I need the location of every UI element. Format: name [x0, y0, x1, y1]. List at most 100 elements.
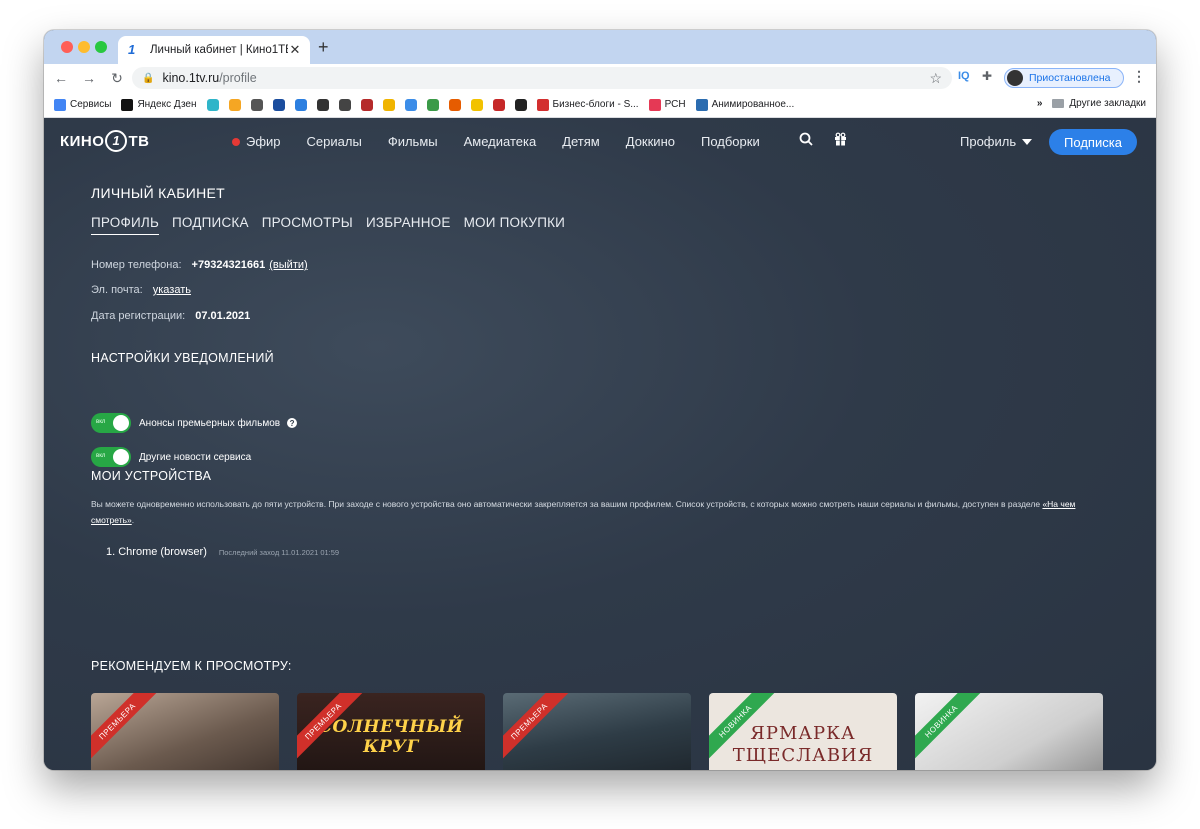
bookmark-favicon-icon[interactable] [448, 98, 461, 111]
kino1tv-favicon-icon: 1 [128, 42, 136, 57]
browser-menu-icon[interactable]: ⋮ [1132, 68, 1146, 85]
recommendation-card[interactable]: ЯРМАРКА ТЩЕСЛАВИЯ НОВИНКА [709, 693, 897, 770]
nav-item-dokkino[interactable]: Доккино [626, 134, 675, 149]
bookmark-label: Сервисы [70, 99, 112, 110]
tab-favorites[interactable]: ИЗБРАННОЕ [366, 215, 451, 235]
tab-strip: 1 Личный кабинет | Кино1ТВ ✕ + [44, 30, 1156, 64]
bookmark-favicon-icon[interactable] [382, 98, 395, 111]
new-tab-button[interactable]: + [318, 38, 329, 56]
bookmark-label: Анимированное... [711, 99, 795, 110]
url-path: /profile [219, 71, 257, 85]
recommendations-row: ПРЕМЬЕРА СОЛНЕЧНЫЙ КРУГ ПРЕМЬЕРА ПРЕМЬЕР… [91, 693, 1121, 770]
main-navigation: Эфир Сериалы Фильмы Амедиатека Детям Док… [232, 134, 786, 149]
recommendation-card[interactable]: СОЛНЕЧНЫЙ КРУГ ПРЕМЬЕРА [297, 693, 485, 770]
help-icon[interactable]: ? [287, 418, 298, 428]
bookmarks-more-button[interactable]: » [1037, 98, 1043, 109]
lock-icon[interactable]: 🔒 [142, 73, 154, 84]
badge-ribbon: НОВИНКА [915, 693, 983, 763]
email-set-link[interactable]: указать [153, 284, 191, 296]
bookmark-favicon-icon [121, 98, 134, 111]
bookmark-favicon-icon [54, 98, 66, 111]
subscribe-button[interactable]: Подписка [1049, 129, 1137, 155]
extensions-puzzle-icon[interactable]: ✚ [982, 69, 992, 83]
email-row: Эл. почта: указать [91, 284, 191, 296]
registration-row: Дата регистрации: 07.01.2021 [91, 310, 250, 322]
bookmark-item[interactable]: Сервисы [54, 98, 112, 111]
back-button[interactable]: ← [50, 70, 72, 86]
bookmark-favicon-icon[interactable] [206, 98, 219, 111]
bookmark-item[interactable]: Бизнес-блоги - S... [536, 98, 639, 111]
bookmark-favicon-icon[interactable] [426, 98, 439, 111]
bookmark-favicon-icon[interactable] [316, 98, 329, 111]
toggle-state-label: вкл [96, 453, 106, 459]
premiere-announcements-toggle[interactable]: вкл [91, 413, 131, 433]
other-bookmarks-folder[interactable]: Другие закладки [1069, 98, 1146, 109]
minimize-window-button[interactable] [78, 41, 90, 53]
profile-menu-label: Профиль [960, 134, 1017, 149]
nav-item-podborki[interactable]: Подборки [701, 134, 760, 149]
logo-1-badge-icon [105, 130, 128, 152]
chevron-down-icon [1022, 138, 1033, 145]
nav-item-serialy[interactable]: Сериалы [307, 134, 362, 149]
live-dot-icon [232, 137, 240, 146]
bookmark-favicon-icon[interactable] [250, 98, 263, 111]
toggle-label: Другие новости сервиса [139, 451, 252, 463]
recommendation-card[interactable]: НОВИНКА [915, 693, 1103, 770]
gift-icon[interactable] [834, 132, 847, 149]
browser-profile-chip[interactable]: Приостановлена [1004, 68, 1124, 88]
list-item: 1. Chrome (browser) Последний заход 11.0… [106, 546, 339, 558]
logout-link[interactable]: (выйти) [269, 259, 307, 271]
bookmark-item[interactable]: Яндекс Дзен [121, 98, 197, 111]
search-icon[interactable] [799, 132, 813, 150]
bookmark-favicon-icon[interactable] [360, 98, 373, 111]
cabinet-tabs: ПРОФИЛЬ ПОДПИСКА ПРОСМОТРЫ ИЗБРАННОЕ МОИ… [91, 215, 578, 235]
recommendation-card[interactable]: ПРЕМЬЕРА [503, 693, 691, 770]
forward-button[interactable]: → [78, 70, 100, 86]
nav-item-label: Эфир [246, 134, 281, 149]
bookmark-favicon-icon[interactable] [338, 98, 351, 111]
nav-item-amediateka[interactable]: Амедиатека [464, 134, 537, 149]
registration-date: 07.01.2021 [195, 310, 251, 322]
nav-item-filmy[interactable]: Фильмы [388, 134, 438, 149]
browser-tab-active[interactable]: 1 Личный кабинет | Кино1ТВ ✕ [118, 36, 310, 64]
nav-item-detyam[interactable]: Детям [562, 134, 600, 149]
bookmark-star-icon[interactable]: ☆ [929, 70, 942, 87]
bookmark-favicon-icon[interactable] [294, 98, 307, 111]
recommendations-heading: РЕКОМЕНДУЕМ К ПРОСМОТРУ: [91, 659, 292, 673]
badge-ribbon: ПРЕМЬЕРА [503, 693, 571, 763]
bookmarks-bar: Сервисы Яндекс Дзен Бизнес-блоги - S... РСН… [44, 92, 1156, 118]
folder-icon [1052, 99, 1065, 108]
bookmark-favicon-icon[interactable] [470, 98, 483, 111]
bookmark-favicon-icon [695, 98, 708, 111]
bookmark-item[interactable]: Анимированное... [695, 98, 795, 111]
tab-subscription[interactable]: ПОДПИСКА [172, 215, 249, 235]
profile-menu[interactable]: Профиль [960, 134, 1033, 149]
address-bar[interactable]: 🔒 kino.1tv.ru /profile ☆ [132, 67, 952, 89]
tab-profile[interactable]: ПРОФИЛЬ [91, 215, 159, 235]
close-window-button[interactable] [61, 41, 73, 53]
badge-ribbon: ПРЕМЬЕРА [91, 693, 159, 763]
bookmark-favicon-icon[interactable] [228, 98, 241, 111]
bookmark-item[interactable]: РСН [648, 98, 686, 111]
logo-text-left: КИНО [60, 132, 105, 150]
nav-item-efir[interactable]: Эфир [232, 134, 281, 149]
bookmark-favicon-icon [536, 98, 549, 111]
device-last-login: Последний заход 11.01.2021 01:59 [218, 548, 340, 557]
bookmark-favicon-icon[interactable] [404, 98, 417, 111]
page-title: ЛИЧНЫЙ КАБИНЕТ [91, 185, 225, 201]
other-news-toggle[interactable]: вкл [91, 447, 131, 467]
tab-views[interactable]: ПРОСМОТРЫ [262, 215, 353, 235]
bookmark-favicon-icon [648, 98, 661, 111]
toggle-knob [113, 449, 129, 465]
recommendation-card[interactable]: ПРЕМЬЕРА [91, 693, 279, 770]
bookmark-favicon-icon[interactable] [492, 98, 505, 111]
close-tab-icon[interactable]: ✕ [288, 42, 302, 58]
iq-extension-icon[interactable]: IQ [958, 70, 970, 82]
maximize-window-button[interactable] [95, 41, 107, 53]
tab-purchases[interactable]: МОИ ПОКУПКИ [464, 215, 565, 235]
bookmark-favicon-icon[interactable] [514, 98, 527, 111]
kino1tv-logo[interactable]: КИНО ТВ [60, 130, 149, 152]
reload-button[interactable]: ↻ [106, 70, 128, 87]
url-host: kino.1tv.ru [162, 71, 220, 85]
bookmark-favicon-icon[interactable] [272, 98, 285, 111]
